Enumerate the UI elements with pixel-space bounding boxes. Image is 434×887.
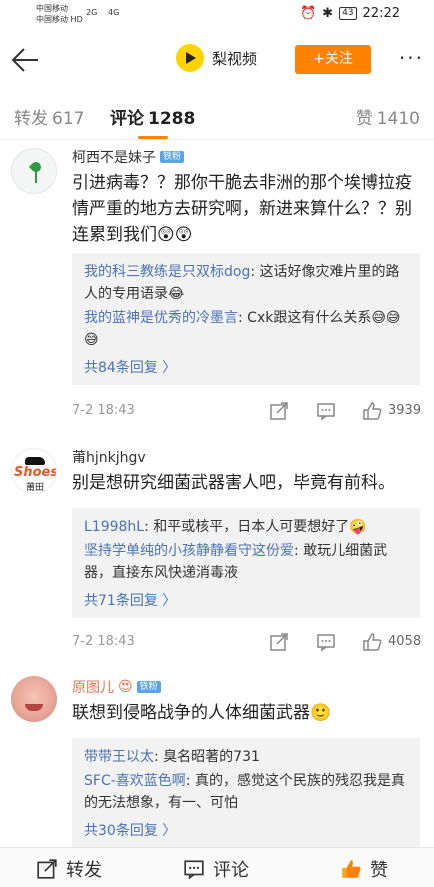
like-count: 3939 (388, 403, 422, 418)
share-icon[interactable] (269, 632, 289, 652)
tab-comments[interactable]: 评论 1288 (110, 104, 195, 129)
avatar-text: 莆田 (26, 483, 45, 493)
tab-bar: 转发 617 评论 1288 赞 1410 (0, 88, 434, 140)
reply-item: 我的蓝神是优秀的冷墨言: Cxk跟这有什么关系😅😅😅 (84, 310, 401, 348)
reply-item: 我的科三教练是只双标dog: 这话好像灾难片里的路人的专用语录😂 (84, 264, 400, 302)
reply-item: 坚持学单纯的小孩静静看守这份爱: 敢玩儿细菌武器，直接东风快递消毒液 (84, 543, 388, 581)
carrier-2: 中国移动 HD (36, 15, 83, 24)
battery-indicator: 43 (339, 7, 357, 20)
more-options-icon[interactable]: ··· (399, 46, 424, 70)
comment-text: 引进病毒？？那你干脆去非洲的那个埃博拉疫情严重的地方去研究啊，新进来算什么？？别… (72, 173, 412, 245)
like-button[interactable]: 赞 (340, 856, 388, 882)
reply-author[interactable]: 我的科三教练是只双标dog (84, 264, 250, 280)
avatar[interactable] (11, 676, 57, 722)
reply-item: SFC-喜欢蓝色啊: 真的，感觉这个民族的残忍我是真的无法想象，有一、可怕 (84, 773, 405, 811)
reply-author[interactable]: L1998hL (84, 519, 144, 535)
brand-name: 梨视频 (212, 49, 258, 68)
comment-username[interactable]: 柯西不是妹子 铁粉 (72, 147, 185, 167)
comment-meta: 7-2 18:43 3939 (72, 399, 422, 423)
signal-4g: 4G (108, 8, 120, 17)
signal-2g: 2G (86, 8, 98, 17)
more-replies-link[interactable]: 共30条回复 〉 (84, 816, 410, 842)
reply-box[interactable]: 我的科三教练是只双标dog: 这话好像灾难片里的路人的专用语录😂 我的蓝神是优秀… (72, 253, 420, 385)
face-icon (25, 704, 43, 711)
fan-badge: 铁粉 (160, 151, 185, 163)
comment-icon (184, 860, 204, 880)
brand-logo-icon (176, 44, 204, 72)
reply-box[interactable]: 带带王以太: 臭名昭著的731 SFC-喜欢蓝色啊: 真的，感觉这个民族的残忍我… (72, 738, 420, 848)
follow-button[interactable]: +关注 (295, 45, 371, 74)
clock: 22:22 (362, 6, 400, 21)
tab-active-indicator (138, 136, 168, 139)
avatar-text: Shoes (14, 465, 57, 480)
avatar[interactable] (11, 148, 57, 194)
reply-item: L1998hL: 和平或核平，日本人可要想好了🤪 (84, 519, 367, 535)
avatar[interactable]: Shoes 莆田 (11, 448, 57, 494)
back-button[interactable] (10, 45, 40, 75)
status-right: ⏰ ✱ 43 22:22 (300, 6, 400, 21)
comment-username[interactable]: 莆hjnkjhgv (72, 447, 146, 467)
alarm-icon: ⏰ (299, 6, 317, 21)
like-icon[interactable] (362, 401, 382, 421)
comment-date: 7-2 18:43 (72, 403, 135, 418)
carrier-1: 中国移动 (36, 4, 68, 13)
thumbs-up-icon (342, 860, 361, 878)
more-replies-link[interactable]: 共84条回复 〉 (84, 353, 410, 379)
like-count: 4058 (388, 634, 422, 649)
repost-icon (37, 859, 57, 879)
tab-repost[interactable]: 转发 617 (14, 104, 84, 129)
comment-icon[interactable] (316, 632, 336, 652)
reply-author[interactable]: 我的蓝神是优秀的冷墨言 (84, 310, 238, 326)
reply-author[interactable]: SFC-喜欢蓝色啊 (84, 773, 186, 789)
bluetooth-icon: ✱ (322, 6, 334, 21)
comment-icon[interactable] (316, 401, 336, 421)
shoe-icon (25, 457, 45, 465)
back-arrow-icon (11, 48, 38, 72)
comment-text: 别是想研究细菌武器害人吧，毕竟有前科。 (72, 473, 395, 493)
reply-box[interactable]: L1998hL: 和平或核平，日本人可要想好了🤪 坚持学单纯的小孩静静看守这份爱… (72, 508, 420, 618)
comment-date: 7-2 18:43 (72, 634, 135, 649)
reply-author[interactable]: 带带王以太 (84, 749, 154, 765)
like-icon[interactable] (362, 632, 382, 652)
share-icon[interactable] (269, 401, 289, 421)
tab-likes[interactable]: 赞 1410 (356, 104, 420, 129)
status-bar: 中国移动 中国移动 HD 2G 4G ⏰ ✱ 43 22:22 (0, 0, 434, 30)
comment-button[interactable]: 评论 (183, 856, 434, 882)
header: 梨视频 +关注 ··· (0, 30, 434, 88)
repost-button[interactable]: 转发 (36, 856, 102, 882)
comment-meta: 7-2 18:43 4058 (72, 630, 422, 654)
reply-item: 带带王以太: 臭名昭著的731 (84, 749, 260, 765)
comment-text: 联想到侵略战争的人体细菌武器🙂 (72, 703, 332, 723)
bottom-action-bar: 转发 评论 赞 (0, 847, 434, 887)
fan-badge: 铁粉 (136, 681, 161, 693)
brand[interactable]: 梨视频 (176, 44, 257, 72)
more-replies-link[interactable]: 共71条回复 〉 (84, 586, 410, 612)
comment-username[interactable]: 原图儿 😍 铁粉 (72, 677, 161, 697)
reply-author[interactable]: 坚持学单纯的小孩静静看守这份爱 (84, 543, 294, 559)
